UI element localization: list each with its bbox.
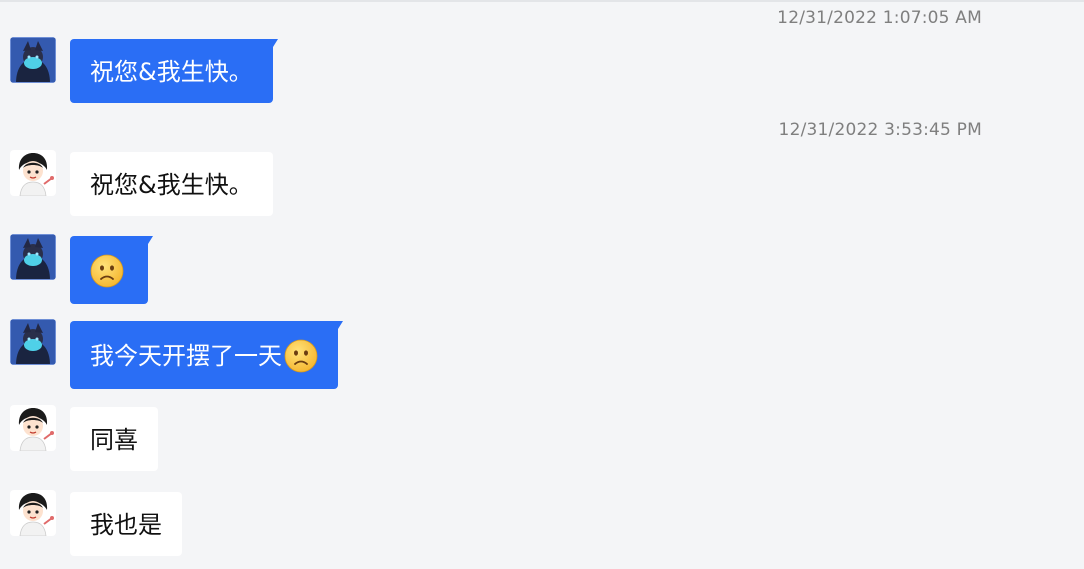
message-row: 祝您&我生快。 [10,150,273,216]
message-bubble[interactable]: 祝您&我生快。 [70,39,278,103]
message-row: 我也是 [10,490,182,556]
contact-avatar[interactable] [10,150,56,196]
timestamp: 12/31/2022 1:07:05 AM [777,8,982,28]
message-bubble[interactable]: 同喜 [70,407,158,471]
message-bubble[interactable] [70,236,153,304]
contact-avatar[interactable] [10,405,56,451]
timestamp: 12/31/2022 3:53:45 PM [778,120,982,140]
chat-history[interactable]: 12/31/2022 1:07:05 AM 祝您&我生快。 12/31/2022… [0,0,1084,569]
frowning-face-icon [284,339,318,373]
message-text: 我也是 [90,511,162,539]
message-row: 同喜 [10,405,158,471]
message-row [10,234,153,304]
message-row: 我今天开摆了一天 [10,319,343,389]
contact-avatar[interactable] [10,490,56,536]
message-text: 祝您&我生快。 [90,171,253,199]
message-text: 祝您&我生快。 [90,58,253,86]
my-avatar[interactable] [10,234,56,280]
message-bubble[interactable]: 祝您&我生快。 [70,152,273,216]
my-avatar[interactable] [10,37,56,83]
my-avatar[interactable] [10,319,56,365]
message-row: 祝您&我生快。 [10,37,278,103]
frowning-face-icon [90,254,124,288]
message-text: 同喜 [90,426,138,454]
message-bubble[interactable]: 我今天开摆了一天 [70,321,343,389]
message-bubble[interactable]: 我也是 [70,492,182,556]
message-text: 我今天开摆了一天 [90,342,282,370]
